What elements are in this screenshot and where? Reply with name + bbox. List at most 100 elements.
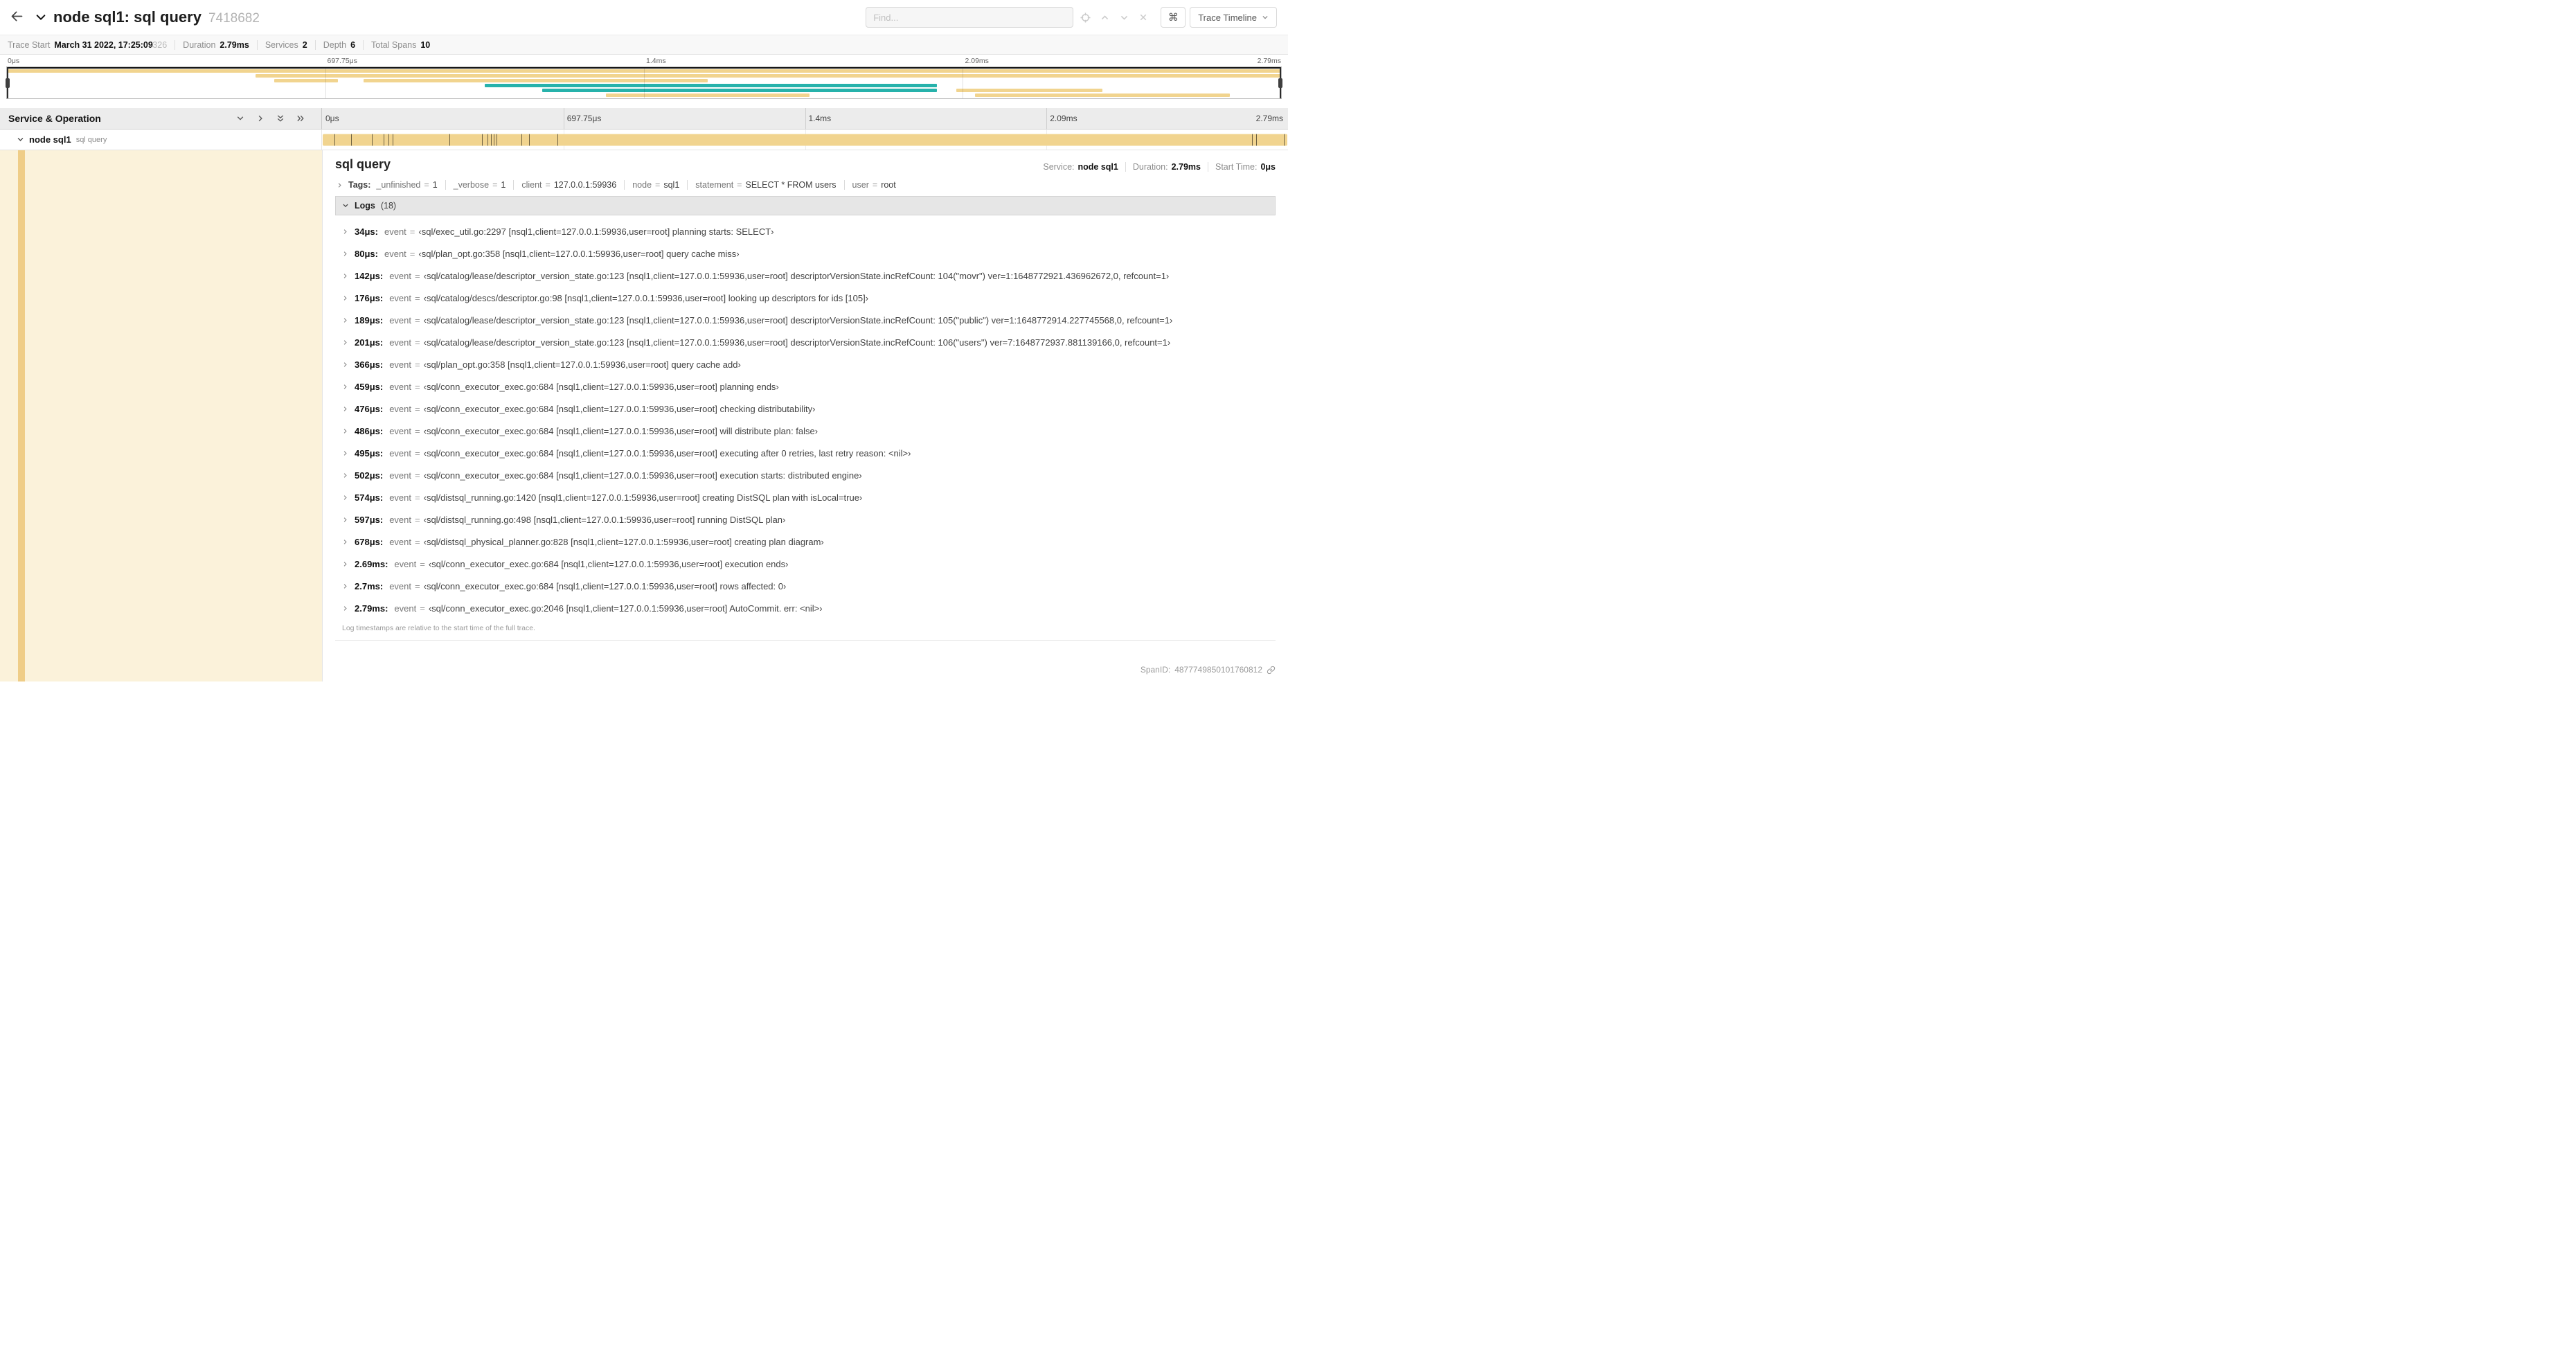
log-field-value: ‹sql/exec_util.go:2297 [nsql1,client=127… (418, 226, 774, 237)
log-field-value: ‹sql/conn_executor_exec.go:684 [nsql1,cl… (423, 580, 787, 591)
log-timestamp: 366μs: (355, 359, 384, 370)
log-row[interactable]: 459μs: event = ‹sql/conn_executor_exec.go:6… (342, 375, 1276, 398)
span-row[interactable]: node sql1 sql query (0, 130, 1288, 150)
log-timestamp: 2.69ms: (355, 558, 388, 569)
span-operation-name: sql query (75, 135, 107, 144)
minimap-tick-label: 0μs (8, 57, 20, 65)
ruler-tick-label: 2.09ms (1050, 114, 1077, 123)
log-field-value: ‹sql/catalog/descs/descriptor.go:98 [nsq… (423, 292, 869, 303)
span-timeline-cell (322, 130, 1288, 150)
log-row[interactable]: 495μs: event = ‹sql/conn_executor_exec.go:6… (342, 442, 1276, 464)
tag-item: client = 127.0.0.1:59936 (513, 180, 616, 190)
log-row[interactable]: 476μs: event = ‹sql/conn_executor_exec.go:6… (342, 398, 1276, 420)
log-row[interactable]: 2.7ms: event = ‹sql/conn_executor_exec.go:6… (342, 575, 1276, 597)
chevron-right-icon (337, 182, 343, 188)
log-summary: event = ‹sql/catalog/descs/descriptor.go:9… (389, 293, 868, 303)
log-row[interactable]: 34μs: event = ‹sql/exec_util.go:2297 [nsql1… (342, 220, 1276, 242)
log-row[interactable]: 597μs: event = ‹sql/distsql_running.go:498 … (342, 508, 1276, 531)
minimap-canvas[interactable] (6, 66, 1282, 99)
back-button[interactable] (7, 6, 27, 28)
prev-match-chevron-up-icon[interactable] (1097, 9, 1112, 26)
log-field-value: ‹sql/catalog/lease/descriptor_version_st… (423, 337, 1171, 348)
log-row[interactable]: 2.79ms: event = ‹sql/conn_executor_exec.go:… (342, 597, 1276, 619)
tag-key: _verbose (453, 180, 490, 190)
tags-accordion[interactable]: Tags: _unfinished = 1 _verbose = 1 client = 127.… (335, 173, 1276, 196)
log-row[interactable]: 366μs: event = ‹sql/plan_opt.go:358 [nsql1,… (342, 353, 1276, 375)
log-summary: event = ‹sql/plan_opt.go:358 [nsql1,client… (384, 249, 740, 259)
trace-header-chevron-down-icon[interactable] (35, 12, 46, 23)
clear-find-icon[interactable] (1136, 9, 1151, 26)
trace-minimap: 0μs 697.75μs 1.4ms 2.09ms 2.79ms (0, 55, 1288, 101)
ruler-tick-label: 697.75μs (566, 114, 602, 123)
minimap-right-handle[interactable] (1278, 67, 1282, 98)
collapse-one-chevron-down-icon[interactable] (236, 114, 244, 123)
logs-accordion-header[interactable]: Logs (18) (335, 196, 1276, 215)
log-field-value: ‹sql/conn_executor_exec.go:684 [nsql1,cl… (423, 470, 862, 481)
find-input[interactable] (866, 7, 1074, 28)
log-field-key: event (384, 226, 406, 237)
log-row[interactable]: 201μs: event = ‹sql/catalog/lease/descripto… (342, 331, 1276, 353)
log-field-key: event (389, 403, 412, 414)
equals-sign: = (737, 180, 742, 190)
span-expander-chevron-down-icon[interactable] (17, 136, 24, 143)
log-field-key: event (389, 270, 412, 281)
log-row[interactable]: 80μs: event = ‹sql/plan_opt.go:358 [nsql1,c… (342, 242, 1276, 265)
log-summary: event = ‹sql/catalog/lease/descriptor_vers… (389, 271, 1169, 281)
log-timestamp: 597μs: (355, 514, 384, 525)
log-timestamp: 80μs: (355, 248, 378, 259)
log-row[interactable]: 176μs: event = ‹sql/catalog/descs/descripto… (342, 287, 1276, 309)
log-row[interactable]: 189μs: event = ‹sql/catalog/lease/descripto… (342, 309, 1276, 331)
handle-grip (6, 78, 10, 88)
tag-value: SELECT * FROM users (745, 180, 837, 190)
ruler-gridline (1046, 108, 1048, 129)
link-icon[interactable] (1267, 666, 1276, 675)
log-row[interactable]: 2.69ms: event = ‹sql/conn_executor_exec.go:… (342, 553, 1276, 575)
span-bar[interactable] (323, 134, 1287, 145)
chevron-right-icon (342, 472, 348, 479)
logs-count: (18) (380, 201, 397, 211)
trace-name: node sql1: sql query (53, 8, 202, 26)
log-timestamp: 2.7ms: (355, 580, 384, 591)
equals-sign: = (415, 425, 420, 436)
span-name-cell[interactable]: node sql1 sql query (0, 130, 322, 150)
expand-one-chevron-right-icon[interactable] (256, 114, 265, 123)
trace-view-dropdown[interactable]: Trace Timeline (1190, 7, 1277, 28)
next-match-chevron-down-icon[interactable] (1116, 9, 1132, 26)
log-summary: event = ‹sql/catalog/lease/descriptor_vers… (389, 315, 1172, 326)
log-field-value: ‹sql/distsql_running.go:1420 [nsql1,clie… (423, 492, 863, 503)
minimap-span-bar (485, 84, 938, 87)
keyboard-shortcuts-button[interactable]: ⌘ (1161, 7, 1186, 28)
meta-duration: Duration: 2.79ms (1125, 162, 1201, 172)
equals-sign: = (415, 514, 420, 525)
collapse-all-double-chevron-down-icon[interactable] (276, 114, 285, 123)
tags-list: _unfinished = 1 _verbose = 1 client = 127.0.0.1:… (376, 180, 896, 190)
log-timestamp: 189μs: (355, 314, 384, 326)
log-row[interactable]: 486μs: event = ‹sql/conn_executor_exec.go:6… (342, 420, 1276, 442)
log-field-value: ‹sql/conn_executor_exec.go:2046 [nsql1,c… (428, 603, 823, 614)
locate-icon[interactable] (1077, 9, 1093, 26)
log-marker (388, 134, 390, 145)
arrow-left-icon (10, 9, 24, 26)
equals-sign: = (420, 558, 425, 569)
log-summary: event = ‹sql/exec_util.go:2297 [nsql1,clie… (384, 226, 774, 237)
log-marker (1252, 134, 1253, 145)
log-row[interactable]: 574μs: event = ‹sql/distsql_running.go:1420… (342, 486, 1276, 508)
log-field-key: event (389, 580, 412, 591)
chevron-right-icon (342, 561, 348, 567)
chevron-right-icon (342, 384, 348, 390)
log-marker (482, 134, 483, 145)
log-row[interactable]: 142μs: event = ‹sql/catalog/lease/descripto… (342, 265, 1276, 287)
tag-value: 127.0.0.1:59936 (553, 180, 617, 190)
log-row[interactable]: 502μs: event = ‹sql/conn_executor_exec.go:6… (342, 464, 1276, 486)
chevron-right-icon (342, 317, 348, 323)
log-row[interactable]: 678μs: event = ‹sql/distsql_physical_planne… (342, 531, 1276, 553)
equals-sign: = (415, 337, 420, 348)
tag-key: client (521, 180, 542, 190)
minimap-left-handle[interactable] (6, 67, 10, 98)
log-summary: event = ‹sql/catalog/lease/descriptor_vers… (389, 337, 1170, 348)
span-detail-title: sql query (335, 157, 391, 171)
expand-all-double-chevron-right-icon[interactable] (296, 114, 305, 123)
minimap-gridline (644, 67, 645, 98)
log-marker (372, 134, 373, 145)
log-field-key: event (389, 492, 412, 503)
